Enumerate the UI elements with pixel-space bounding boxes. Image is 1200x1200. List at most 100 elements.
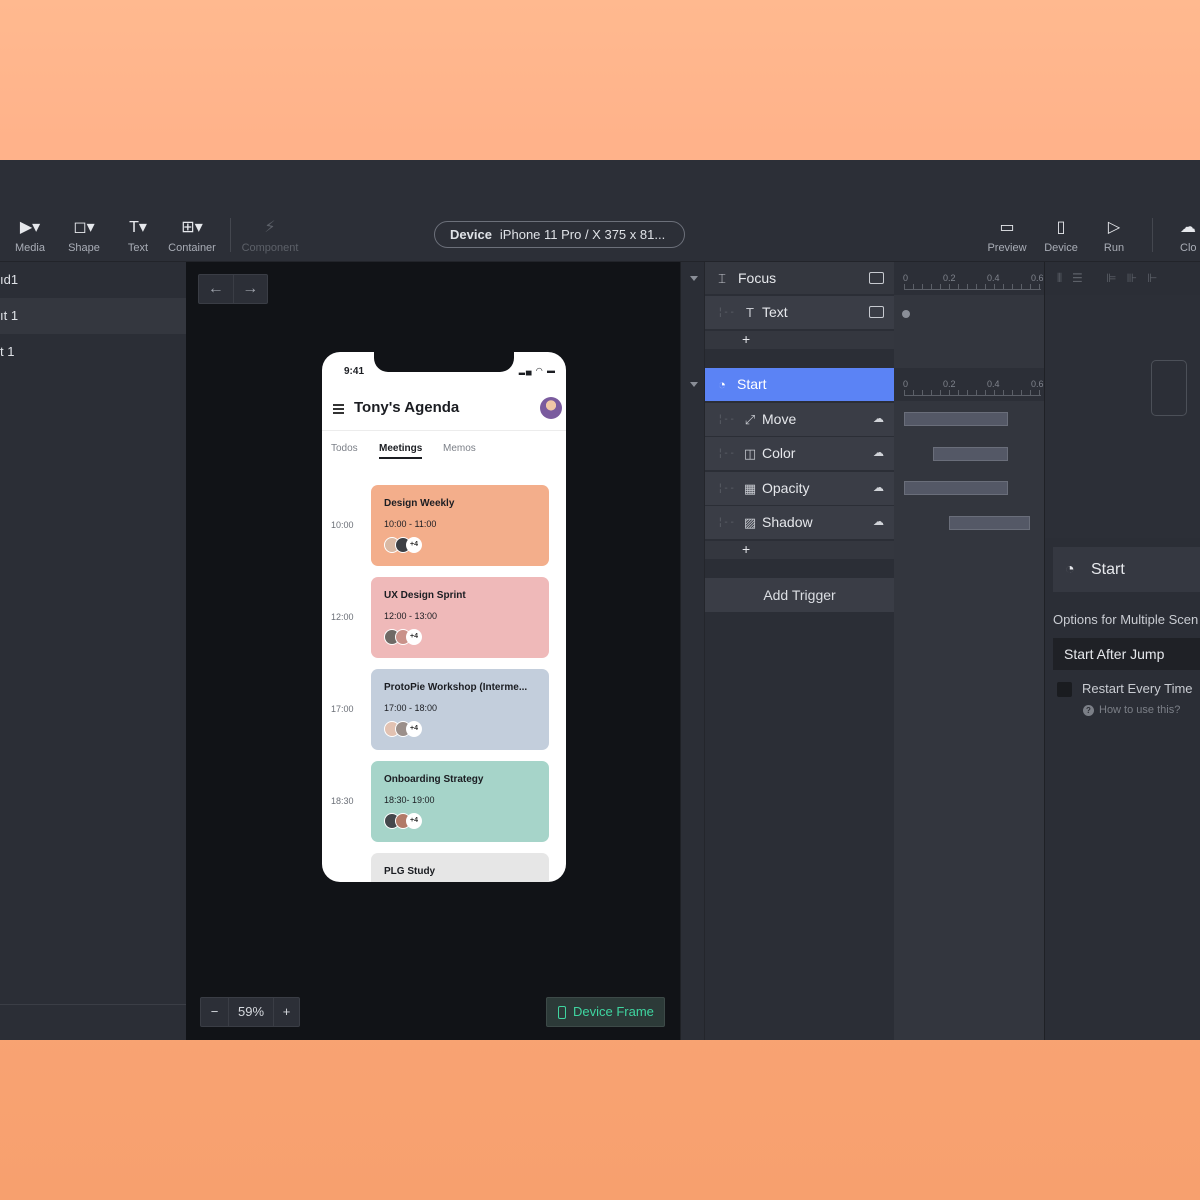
phone-icon (558, 1006, 566, 1019)
meeting-card[interactable]: UX Design Sprint 12:00 - 13:00 +4 (371, 577, 549, 658)
alignment-tools[interactable]: ⫴☰ ⊫⊪⊩ (1045, 262, 1200, 295)
run-icon: ▷ (1107, 219, 1121, 236)
component-icon: ⚡ (264, 219, 276, 236)
toolbar: ▶▾ Media ◻▾ Shape T▾ Text ⊞▾ Container ⚡… (0, 160, 1200, 262)
device-frame-button[interactable]: Device Frame (546, 997, 665, 1027)
zoom-level[interactable]: 59% (229, 998, 273, 1026)
ruler-ticks (904, 284, 1041, 290)
scene-option-select[interactable]: Start After Jump (1053, 638, 1200, 670)
response-color[interactable]: ¦ - - ◫ Color ☁ (705, 437, 894, 470)
tab-meetings[interactable]: Meetings (379, 443, 423, 459)
media-label: Media (15, 242, 45, 254)
timeline-ruler: 0 0.2 0.4 0.6 (894, 262, 1045, 295)
device-button[interactable]: ▯ Device (1033, 218, 1089, 254)
layer-item[interactable]: ıd1 (0, 262, 186, 298)
cloud-button[interactable]: ☁ Clo (1162, 218, 1200, 254)
tab-memos[interactable]: Memos (443, 443, 476, 454)
text-label: Text (127, 242, 149, 254)
toggle-panel-icon[interactable] (869, 272, 884, 284)
add-response-button[interactable]: + (705, 331, 894, 349)
layer-item[interactable]: t 1 (0, 334, 186, 370)
more-attendees-badge: +4 (406, 721, 422, 737)
time-label: 17:00 (331, 704, 354, 714)
text-tool[interactable]: T▾ Text (110, 218, 166, 254)
focus-icon: ⌶ (718, 271, 726, 286)
meeting-title: UX Design Sprint (384, 590, 466, 601)
ruler-tick: 0.6 (1031, 273, 1044, 283)
attendee-avatars: +4 (384, 537, 422, 553)
timeline-bar-shadow[interactable] (949, 516, 1030, 530)
layers-divider (0, 1004, 186, 1005)
attendee-avatars: +4 (384, 813, 422, 829)
response-opacity[interactable]: ¦ - - ▦ Opacity ☁ (705, 472, 894, 505)
component-label: Component (241, 242, 299, 254)
zoom-out-button[interactable]: − (201, 998, 229, 1026)
device-selector[interactable]: Device iPhone 11 Pro / X 375 x 81... (434, 221, 685, 248)
keyframe-dot[interactable] (902, 310, 910, 318)
more-attendees-badge: +4 (406, 629, 422, 645)
ruler-tick: 0 (903, 379, 909, 389)
run-label: Run (1103, 242, 1125, 254)
forward-arrow-icon[interactable]: → (234, 275, 268, 303)
agenda-title: Tony's Agenda (354, 399, 460, 416)
help-link[interactable]: ? How to use this? (1083, 704, 1180, 716)
device-icon: ▯ (1056, 219, 1066, 236)
preview-icon: ▭ (999, 219, 1015, 236)
response-shadow[interactable]: ¦ - - ▨ Shadow ☁ (705, 506, 894, 539)
response-text[interactable]: ¦ - - T Text (705, 296, 894, 329)
scene-navigation: ← → (198, 274, 268, 304)
collapse-triangle-icon[interactable] (690, 276, 698, 281)
meeting-card[interactable]: Onboarding Strategy 18:30- 19:00 +4 (371, 761, 549, 842)
trigger-label: Focus (738, 270, 777, 286)
help-icon: ? (1083, 705, 1094, 716)
trigger-label: Start (737, 376, 767, 392)
help-label: How to use this? (1099, 704, 1181, 716)
response-move[interactable]: ¦ - - ⤢ Move ☁ (705, 403, 894, 436)
trigger-start[interactable]: ◔ Start (705, 368, 894, 401)
back-arrow-icon[interactable]: ← (199, 275, 234, 303)
meeting-card[interactable]: PLG Study (371, 853, 549, 882)
preview-label: Preview (987, 242, 1027, 254)
status-icons: ▂▄ ◠ ▬ (518, 366, 556, 375)
header-divider (322, 430, 566, 431)
container-tool[interactable]: ⊞▾ Container (164, 218, 220, 254)
text-icon: T▾ (129, 219, 147, 236)
tree-line: ¦ - - (719, 483, 734, 494)
run-button[interactable]: ▷ Run (1086, 218, 1142, 254)
trigger-start-property[interactable]: ◔ Start (1053, 547, 1200, 592)
shape-tool[interactable]: ◻▾ Shape (56, 218, 112, 254)
easing-icon[interactable]: ☁ (873, 472, 884, 505)
add-response-button[interactable]: + (705, 541, 894, 559)
toggle-panel-icon[interactable] (869, 306, 884, 318)
meeting-card[interactable]: ProtoPie Workshop (Interme... 17:00 - 18… (371, 669, 549, 750)
phone-preview[interactable]: 9:41 ▂▄ ◠ ▬ Tony's Agenda Todos Meetings… (322, 352, 566, 882)
easing-icon[interactable]: ☁ (873, 506, 884, 539)
easing-icon[interactable]: ☁ (873, 403, 884, 436)
add-trigger-button[interactable]: Add Trigger (705, 578, 894, 612)
avatar[interactable] (540, 397, 562, 419)
timeline-ruler: 0 0.2 0.4 0.6 (894, 368, 1045, 401)
preview-button[interactable]: ▭ Preview (979, 218, 1035, 254)
component-tool[interactable]: ⚡ Component (240, 218, 300, 254)
meeting-title: PLG Study (384, 866, 436, 877)
timeline-bar-move[interactable] (904, 412, 1008, 426)
canvas[interactable]: ← → 9:41 ▂▄ ◠ ▬ Tony's Agenda Todos Meet… (186, 262, 680, 1040)
menu-icon[interactable] (333, 404, 344, 416)
text-layer-icon: T (746, 305, 754, 320)
zoom-in-button[interactable]: + (273, 998, 299, 1026)
easing-icon[interactable]: ☁ (873, 437, 884, 470)
restart-checkbox[interactable] (1057, 682, 1072, 697)
media-tool[interactable]: ▶▾ Media (2, 218, 58, 254)
timeline-bar-opacity[interactable] (904, 481, 1008, 495)
properties-panel: ⫴☰ ⊫⊪⊩ ◔ Start Options for Multiple Scen… (1044, 262, 1200, 1040)
response-label: Move (762, 411, 797, 427)
status-time: 9:41 (344, 366, 365, 377)
trigger-focus[interactable]: ⌶ Focus (705, 262, 894, 295)
collapse-triangle-icon[interactable] (690, 382, 698, 387)
meeting-card[interactable]: Design Weekly 10:00 - 11:00 +4 (371, 485, 549, 566)
opacity-icon: ▦ (743, 481, 757, 496)
tab-todos[interactable]: Todos (331, 443, 358, 454)
timeline-bar-color[interactable] (933, 447, 1008, 461)
device-frame-label: Device Frame (573, 1004, 654, 1019)
layer-item-selected[interactable]: ıt 1 (0, 298, 186, 334)
